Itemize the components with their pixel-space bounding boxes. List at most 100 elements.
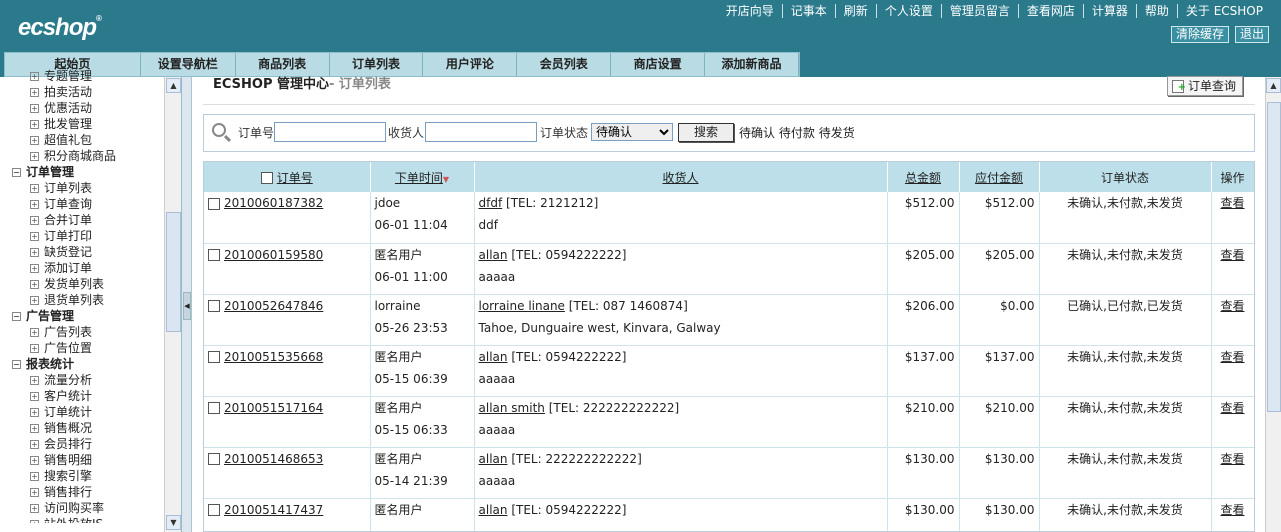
main-scroll-thumb[interactable] <box>1267 102 1281 412</box>
menu-item[interactable]: + 广告位置 <box>12 340 164 356</box>
sidebar-scroll-thumb[interactable] <box>166 212 181 332</box>
select-all-checkbox[interactable] <box>260 172 273 184</box>
row-checkbox[interactable] <box>208 351 220 363</box>
nav-item-7[interactable]: 添加新商品 <box>705 53 799 76</box>
header-total[interactable]: 总金额 <box>887 162 960 192</box>
top-link-8[interactable]: 关于 ECSHOP <box>1176 4 1271 18</box>
order-sn-link[interactable]: 2010051535668 <box>224 350 323 364</box>
row-checkbox[interactable] <box>208 300 220 312</box>
menu-item[interactable]: + 优惠活动 <box>12 100 164 116</box>
menu-item[interactable]: + 合并订单 <box>12 212 164 228</box>
menu-group-2[interactable]: − 广告管理 <box>12 308 164 324</box>
frame-splitter[interactable]: ◀ <box>182 77 192 532</box>
menu-group-3[interactable]: − 报表统计 <box>12 356 164 372</box>
menu-item[interactable]: + 发货单列表 <box>12 276 164 292</box>
nav-item-6[interactable]: 商店设置 <box>611 53 706 76</box>
sidebar-scrollbar[interactable]: ▲ ▼ <box>164 77 181 532</box>
status-select[interactable]: 待确认 <box>591 123 673 141</box>
menu-item[interactable]: + 站外投放JS <box>12 516 164 523</box>
menu-item[interactable]: + 订单统计 <box>12 404 164 420</box>
header-order-sn[interactable]: 订单号 <box>204 162 371 192</box>
consignee-link[interactable]: allan <box>479 503 508 517</box>
main-scroll-up-arrow-icon[interactable]: ▲ <box>1266 78 1281 93</box>
menu-item[interactable]: + 缺货登记 <box>12 244 164 260</box>
menu-item[interactable]: + 会员排行 <box>12 436 164 452</box>
collapse-icon[interactable]: − <box>12 360 21 369</box>
search-button[interactable]: 搜索 <box>678 123 734 142</box>
header-order-time[interactable]: 下单时间▼ <box>370 162 475 192</box>
menu-item[interactable]: + 订单列表 <box>12 180 164 196</box>
consignee-link[interactable]: allan <box>479 350 508 364</box>
menu-item[interactable]: + 超值礼包 <box>12 132 164 148</box>
quick-filter-1[interactable]: 待付款 <box>779 126 815 140</box>
menu-item[interactable]: + 销售排行 <box>12 484 164 500</box>
menu-item[interactable]: + 批发管理 <box>12 116 164 132</box>
menu-item[interactable]: + 搜索引擎 <box>12 468 164 484</box>
menu-item[interactable]: + 专题管理 <box>12 68 164 84</box>
consignee-link[interactable]: allan <box>479 452 508 466</box>
menu-item[interactable]: + 客户统计 <box>12 388 164 404</box>
row-checkbox[interactable] <box>208 249 220 261</box>
quick-filter-0[interactable]: 待确认 <box>739 126 775 140</box>
scroll-up-arrow-icon[interactable]: ▲ <box>166 78 181 93</box>
nav-item-2[interactable]: 商品列表 <box>236 53 330 76</box>
view-order-link[interactable]: 查看 <box>1220 452 1244 466</box>
logout-button[interactable]: 退出 <box>1234 26 1269 43</box>
consignee-link[interactable]: lorraine linane <box>479 299 565 313</box>
nav-item-5[interactable]: 会员列表 <box>517 53 612 76</box>
menu-item[interactable]: + 积分商城商品 <box>12 148 164 164</box>
order-sn-link[interactable]: 2010051417437 <box>224 503 323 517</box>
scroll-down-arrow-icon[interactable]: ▼ <box>166 515 181 530</box>
consignee-input[interactable] <box>425 122 537 142</box>
order-sn-link[interactable]: 2010060187382 <box>224 196 323 210</box>
main-scrollbar[interactable]: ▲ <box>1265 77 1281 532</box>
menu-item[interactable]: + 销售明细 <box>12 452 164 468</box>
view-order-link[interactable]: 查看 <box>1220 401 1244 415</box>
collapse-icon[interactable]: − <box>12 168 21 177</box>
row-checkbox[interactable] <box>208 504 220 516</box>
header-amount-due[interactable]: 应付金额 <box>959 162 1040 192</box>
top-link-5[interactable]: 查看网店 <box>1017 4 1083 18</box>
menu-item[interactable]: + 流量分析 <box>12 372 164 388</box>
view-order-link[interactable]: 查看 <box>1220 350 1244 364</box>
menu-item[interactable]: + 订单打印 <box>12 228 164 244</box>
top-link-3[interactable]: 个人设置 <box>875 4 941 18</box>
order-sn-input[interactable] <box>274 122 386 142</box>
clear-cache-button[interactable]: 清除缓存 <box>1170 26 1229 43</box>
view-order-link[interactable]: 查看 <box>1220 248 1244 262</box>
collapse-icon[interactable]: − <box>12 312 21 321</box>
top-link-4[interactable]: 管理员留言 <box>940 4 1018 18</box>
order-sn-link[interactable]: 2010060159580 <box>224 248 323 262</box>
top-link-6[interactable]: 计算器 <box>1082 4 1136 18</box>
nav-item-4[interactable]: 用户评论 <box>423 53 518 76</box>
order-sn-link[interactable]: 2010051468653 <box>224 452 323 466</box>
view-order-link[interactable]: 查看 <box>1220 196 1244 210</box>
top-link-2[interactable]: 刷新 <box>834 4 876 18</box>
top-link-1[interactable]: 记事本 <box>781 4 835 18</box>
order-sn-link[interactable]: 2010051517164 <box>224 401 323 415</box>
menu-item[interactable]: + 访问购买率 <box>12 500 164 516</box>
menu-group-1[interactable]: − 订单管理 <box>12 164 164 180</box>
menu-item[interactable]: + 订单查询 <box>12 196 164 212</box>
menu-item[interactable]: + 广告列表 <box>12 324 164 340</box>
row-checkbox[interactable] <box>208 402 220 414</box>
order-query-button[interactable]: 订单查询 <box>1166 76 1243 97</box>
consignee-link[interactable]: allan smith <box>479 401 545 415</box>
nav-item-3[interactable]: 订单列表 <box>330 53 424 76</box>
menu-item[interactable]: + 拍卖活动 <box>12 84 164 100</box>
collapse-arrow-icon[interactable]: ◀ <box>183 292 191 320</box>
row-checkbox[interactable] <box>208 453 220 465</box>
view-order-link[interactable]: 查看 <box>1220 503 1244 517</box>
header-consignee[interactable]: 收货人 <box>474 162 888 192</box>
view-order-link[interactable]: 查看 <box>1220 299 1244 313</box>
consignee-link[interactable]: dfdf <box>479 196 503 210</box>
order-sn-link[interactable]: 2010052647846 <box>224 299 323 313</box>
consignee-link[interactable]: allan <box>479 248 508 262</box>
quick-filter-2[interactable]: 待发货 <box>819 126 855 140</box>
top-link-0[interactable]: 开店向导 <box>718 4 782 18</box>
top-link-7[interactable]: 帮助 <box>1135 4 1177 18</box>
row-checkbox[interactable] <box>208 197 220 210</box>
menu-item[interactable]: + 销售概况 <box>12 420 164 436</box>
menu-item[interactable]: + 添加订单 <box>12 260 164 276</box>
menu-item[interactable]: + 退货单列表 <box>12 292 164 308</box>
